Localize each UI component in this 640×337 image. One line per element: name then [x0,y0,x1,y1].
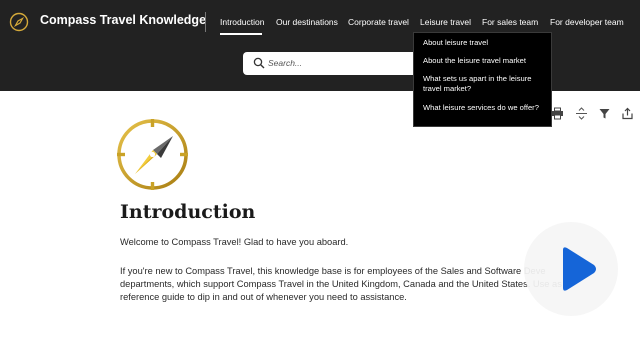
print-icon[interactable] [551,107,564,120]
play-icon [563,247,596,291]
welcome-text: Welcome to Compass Travel! Glad to have … [120,237,349,247]
dropdown-item-what-sets-us-apart[interactable]: What sets us apart in the leisure travel… [423,74,547,93]
title-divider [205,12,206,32]
share-icon[interactable] [621,107,634,120]
intro-line-2: departments, which support Compass Trave… [120,279,570,289]
dropdown-item-leisure-market[interactable]: About the leisure travel market [423,56,547,66]
dropdown-item-leisure-services[interactable]: What leisure services do we offer? [423,103,547,113]
nav-item-introduction[interactable]: Introduction [220,17,264,27]
leisure-travel-dropdown: About leisure travel About the leisure t… [413,32,552,127]
nav-item-leisure-travel[interactable]: Leisure travel [420,17,471,27]
compass-icon[interactable] [9,12,29,32]
page-title: Introduction [120,201,256,223]
search-icon [253,57,265,69]
expand-collapse-icon[interactable] [575,107,588,120]
compass-logo-icon [117,119,188,190]
filter-icon[interactable] [598,107,611,120]
nav-item-sales-team[interactable]: For sales team [482,17,538,27]
nav-item-developer-team[interactable]: For developer team [550,17,624,27]
intro-line-3: reference guide to dip in and out of whe… [120,292,407,302]
search-placeholder: Search... [268,58,303,68]
nav-item-our-destinations[interactable]: Our destinations [276,17,338,27]
dropdown-item-about-leisure-travel[interactable]: About leisure travel [423,38,547,48]
nav-active-indicator [220,33,262,35]
intro-line-1: If you're new to Compass Travel, this kn… [120,266,546,276]
video-play-button[interactable] [524,222,618,316]
site-title[interactable]: Compass Travel Knowledge [40,13,206,27]
nav-item-corporate-travel[interactable]: Corporate travel [348,17,409,27]
